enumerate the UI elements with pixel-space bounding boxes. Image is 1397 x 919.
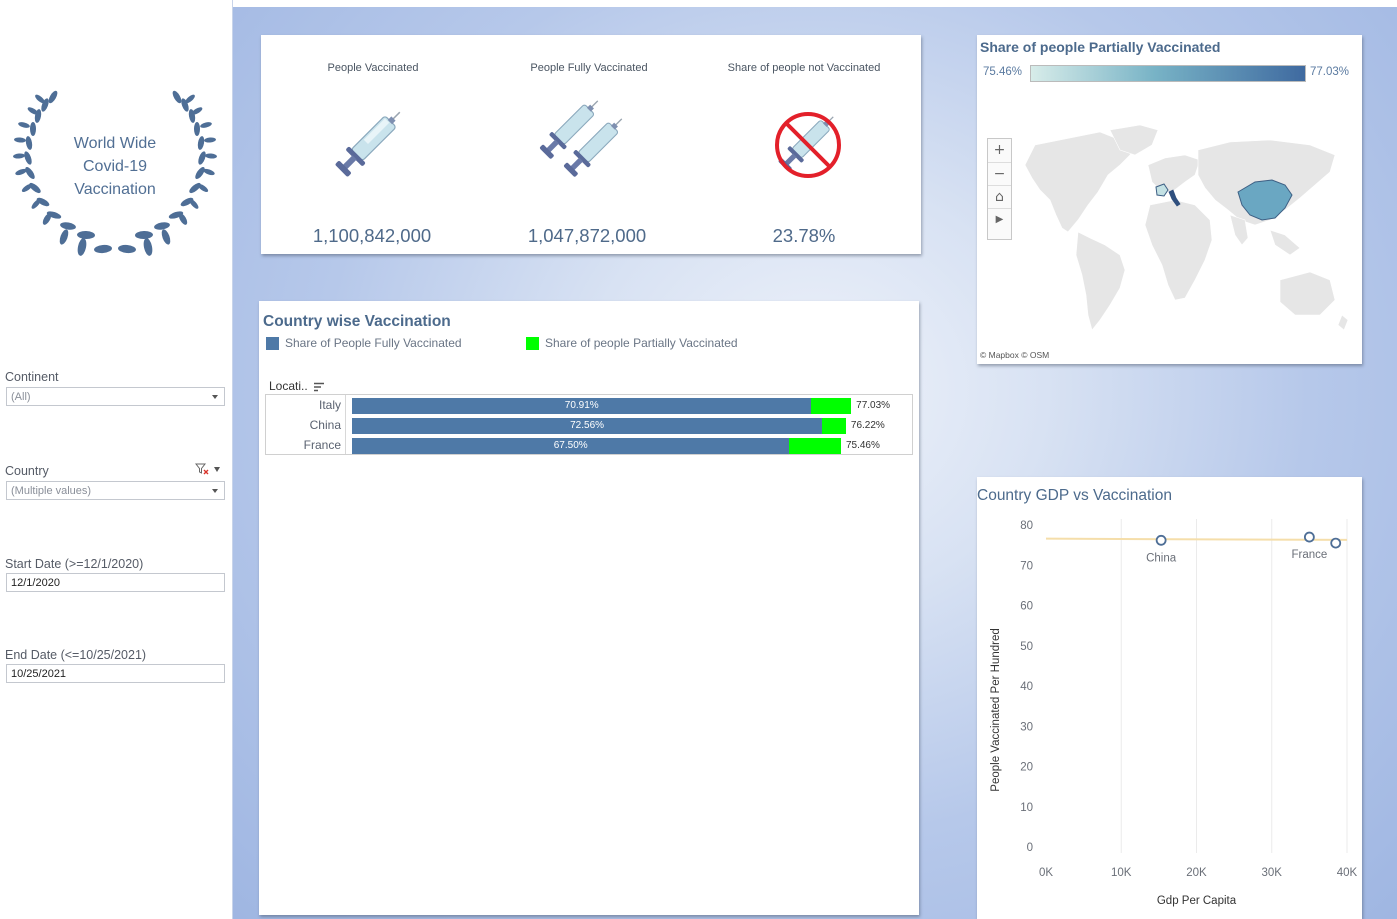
scatter-point[interactable] (1303, 531, 1315, 543)
y-tick-label: 30 (1020, 721, 1033, 733)
zoom-in-button[interactable]: + (988, 139, 1011, 162)
chevron-down-icon (212, 395, 218, 399)
kpi-label-people-vaccinated: People Vaccinated (327, 62, 419, 74)
country-menu-caret-icon[interactable] (214, 467, 220, 472)
kpi-value-people-vaccinated: 1,100,842,000 (312, 225, 432, 246)
scatter-chart: 0K 10K 20K 30K 40K 0 10 20 30 40 50 60 70 80 China Fran… (990, 519, 1358, 907)
x-axis-title: Gdp Per Capita (1157, 895, 1237, 907)
y-tick-label: 50 (1020, 641, 1033, 653)
bar-row-china[interactable]: China 72.56% 76.22% (265, 416, 913, 436)
x-tick-label: 0K (1039, 867, 1053, 879)
bar-country-label: Italy (318, 398, 341, 412)
south-america-shape (1075, 231, 1126, 331)
trend-line (1045, 537, 1348, 541)
y-tick-label: 20 (1020, 762, 1033, 774)
location-header-label: Locati.. (269, 379, 308, 393)
start-date-label: Start Date (>=12/1/2020) (5, 557, 144, 571)
y-tick-label: 0 (1027, 842, 1033, 854)
logo-line-2: Covid-19 (82, 158, 148, 175)
bar-fully-vaccinated[interactable]: 72.56% (352, 418, 823, 434)
bar-partially-vaccinated[interactable] (822, 418, 846, 434)
end-date-label: End Date (<=10/25/2021) (5, 648, 147, 662)
scatter-point[interactable] (1330, 537, 1342, 549)
kpi-label-fully-vaccinated: People Fully Vaccinated (530, 62, 648, 74)
legend-swatch-partial (526, 336, 539, 350)
start-date-input[interactable]: 12/1/2020 (6, 573, 225, 592)
bar-row-france[interactable]: France 67.50% 75.46% (265, 436, 913, 456)
logo-line-1: World Wide (73, 135, 157, 152)
y-tick-label: 10 (1020, 802, 1033, 814)
bar-country-label: France (303, 438, 341, 452)
southeast-asia-shape (1269, 229, 1301, 256)
y-tick-label: 70 (1020, 560, 1033, 572)
y-tick-label: 40 (1020, 681, 1033, 693)
point-label: France (1291, 549, 1327, 561)
scatter-point[interactable] (1155, 534, 1167, 546)
map-controls: + − ⌂ ▶ (987, 138, 1012, 240)
country-wise-card: Country wise Vaccination Share of People… (259, 301, 919, 915)
bar-partially-vaccinated[interactable] (789, 438, 841, 454)
legend-swatch-fully (266, 336, 279, 350)
europe-shape (1147, 154, 1201, 193)
bar-fully-vaccinated[interactable]: 70.91% (352, 398, 812, 414)
point-label: China (1146, 552, 1177, 564)
x-tick-label: 40K (1337, 867, 1358, 879)
continent-dropdown[interactable]: (All) (6, 387, 225, 406)
map-toolbar-expand-button[interactable]: ▶ (988, 208, 1011, 231)
gradient-max-label: 77.03% (1310, 66, 1350, 78)
legend-fully-vaccinated[interactable]: Share of People Fully Vaccinated (266, 336, 462, 350)
y-axis-title: People Vaccinated Per Hundred (990, 628, 1002, 791)
y-tick-label: 80 (1020, 520, 1033, 532)
double-syringe-icon (539, 100, 623, 177)
world-wide-logo: World Wide Covid-19 Vaccination (10, 85, 220, 265)
legend-label-fully: Share of People Fully Vaccinated (285, 336, 462, 350)
bar-fully-vaccinated[interactable]: 67.50% (352, 438, 790, 454)
country-wise-title: Country wise Vaccination (263, 313, 451, 330)
syringe-icon (335, 111, 401, 177)
country-value: (Multiple values) (11, 485, 92, 497)
gradient-legend-bar (1030, 65, 1306, 82)
y-tick-label: 60 (1020, 601, 1033, 613)
end-date-input[interactable]: 10/25/2021 (6, 664, 225, 683)
bar-partially-vaccinated[interactable] (811, 398, 852, 414)
bar-total-label: 77.03% (856, 400, 891, 411)
bar-country-label: China (309, 418, 341, 432)
country-label: Country (5, 464, 49, 478)
map-attribution: © Mapbox © OSM (980, 350, 1050, 360)
chevron-down-icon (212, 489, 218, 493)
kpi-value-fully-vaccinated: 1,047,872,000 (527, 225, 647, 246)
bar-total-label: 75.46% (845, 440, 880, 451)
bar-total-label: 76.22% (850, 420, 885, 431)
kpi-label-not-vaccinated: Share of people not Vaccinated (727, 62, 881, 74)
home-button[interactable]: ⌂ (988, 185, 1011, 208)
bar-row-italy[interactable]: Italy 70.91% 77.03% (265, 396, 913, 416)
x-tick-label: 30K (1262, 867, 1283, 879)
logo-line-3: Vaccination (74, 181, 156, 198)
filter-panel: World Wide Covid-19 Vaccination Continen… (0, 0, 233, 919)
kpi-value-not-vaccinated: 23.78% (772, 225, 836, 246)
gdp-scatter-card: Country GDP vs Vaccination 0K 10K 20K 30K 40… (977, 477, 1362, 919)
map-title: Share of people Partially Vaccinated (980, 39, 1221, 55)
logo-title: World Wide Covid-19 Vaccination (10, 132, 220, 201)
legend-partially-vaccinated[interactable]: Share of people Partially Vaccinated (526, 336, 738, 350)
world-map[interactable] (980, 120, 1360, 345)
continent-value: (All) (11, 391, 31, 403)
no-syringe-icon (775, 112, 841, 178)
legend-label-partial: Share of people Partially Vaccinated (545, 336, 738, 350)
x-tick-label: 10K (1111, 867, 1132, 879)
zoom-out-button[interactable]: − (988, 162, 1011, 185)
australia-shape (1279, 271, 1336, 316)
continent-label: Continent (5, 370, 59, 384)
location-column-header[interactable]: Locati.. (269, 379, 325, 393)
x-tick-label: 20K (1186, 867, 1207, 879)
sort-icon[interactable] (313, 382, 325, 392)
new-zealand-shape (1337, 314, 1349, 331)
map-card: Share of people Partially Vaccinated 75.… (977, 35, 1362, 364)
clear-filter-icon[interactable] (195, 463, 209, 475)
kpi-card: People Vaccinated People Fully Vaccinate… (261, 35, 921, 254)
gradient-min-label: 75.46% (983, 66, 1023, 78)
country-dropdown[interactable]: (Multiple values) (6, 481, 225, 500)
africa-shape (1144, 199, 1213, 301)
